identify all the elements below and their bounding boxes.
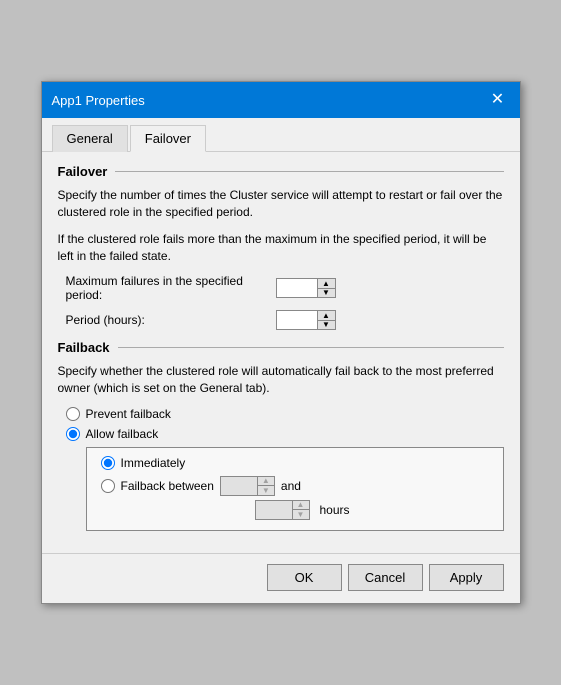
- period-row: Period (hours): 6 ▲ ▼: [58, 310, 504, 330]
- footer: OK Cancel Apply: [42, 553, 520, 603]
- failback-between-radio[interactable]: [101, 479, 115, 493]
- failback-description: Specify whether the clustered role will …: [58, 363, 504, 397]
- failback-between1-down-button[interactable]: ▼: [258, 486, 274, 495]
- period-spinner[interactable]: 6 ▲ ▼: [276, 310, 336, 330]
- hours-text: hours: [320, 503, 350, 517]
- tab-bar: General Failover: [42, 118, 520, 152]
- and-text: and: [281, 479, 301, 493]
- allow-failback-label[interactable]: Allow failback: [86, 427, 159, 441]
- failover-description1: Specify the number of times the Cluster …: [58, 187, 504, 221]
- failback-between-spinner1-buttons: ▲ ▼: [257, 477, 274, 495]
- period-input[interactable]: 6: [277, 311, 317, 329]
- immediately-radio[interactable]: [101, 456, 115, 470]
- tab-general[interactable]: General: [52, 125, 128, 152]
- close-button[interactable]: ✕: [486, 88, 510, 112]
- failback-divider-line: [118, 347, 504, 348]
- allow-failback-row: Allow failback: [66, 427, 504, 441]
- failback-between-input2[interactable]: 0: [256, 501, 292, 519]
- prevent-failback-label[interactable]: Prevent failback: [86, 407, 171, 421]
- max-failures-spinner[interactable]: 3 ▲ ▼: [276, 278, 336, 298]
- failback-between-spinner2-buttons: ▲ ▼: [292, 501, 309, 519]
- allow-failback-box: Immediately Failback between 0 ▲ ▼: [86, 447, 504, 531]
- allow-failback-radio[interactable]: [66, 427, 80, 441]
- failover-heading: Failover: [58, 164, 108, 179]
- max-failures-label: Maximum failures in the specified period…: [66, 274, 276, 302]
- failback-between-spinner1[interactable]: 0 ▲ ▼: [220, 476, 275, 496]
- failback-between-label[interactable]: Failback between: [121, 479, 214, 493]
- apply-button[interactable]: Apply: [429, 564, 504, 591]
- immediately-row: Immediately: [97, 456, 493, 470]
- allow-failback-section: Allow failback Immediately Failback betw…: [66, 427, 504, 531]
- period-down-button[interactable]: ▼: [318, 321, 335, 330]
- failover-divider-line: [115, 171, 503, 172]
- tab-failover[interactable]: Failover: [130, 125, 206, 152]
- failback-radio-group: Prevent failback Allow failback Immediat…: [58, 407, 504, 531]
- failback-between1-up-button[interactable]: ▲: [258, 477, 274, 487]
- immediately-label[interactable]: Immediately: [121, 456, 186, 470]
- tab-content: Failover Specify the number of times the…: [42, 152, 520, 545]
- failback-heading: Failback: [58, 340, 110, 355]
- failback-between2-up-button[interactable]: ▲: [293, 501, 309, 511]
- prevent-failback-row: Prevent failback: [66, 407, 504, 421]
- dialog-title: App1 Properties: [52, 93, 145, 108]
- ok-button[interactable]: OK: [267, 564, 342, 591]
- failback-between-input1[interactable]: 0: [221, 477, 257, 495]
- failback-hours-row: 0 ▲ ▼ hours: [227, 500, 493, 520]
- title-bar: App1 Properties ✕: [42, 82, 520, 118]
- prevent-failback-radio[interactable]: [66, 407, 80, 421]
- period-spinner-buttons: ▲ ▼: [317, 311, 335, 329]
- failback-between2-down-button[interactable]: ▼: [293, 510, 309, 519]
- max-failures-spinner-buttons: ▲ ▼: [317, 279, 335, 297]
- failback-between-row: Failback between 0 ▲ ▼ and: [97, 476, 493, 496]
- failover-description2: If the clustered role fails more than th…: [58, 231, 504, 265]
- failover-section-header: Failover: [58, 164, 504, 179]
- max-failures-down-button[interactable]: ▼: [318, 289, 335, 298]
- failback-between-spinner2[interactable]: 0 ▲ ▼: [255, 500, 310, 520]
- max-failures-row: Maximum failures in the specified period…: [58, 274, 504, 302]
- max-failures-input[interactable]: 3: [277, 279, 317, 297]
- cancel-button[interactable]: Cancel: [348, 564, 423, 591]
- dialog: App1 Properties ✕ General Failover Failo…: [41, 81, 521, 604]
- failback-section-header: Failback: [58, 340, 504, 355]
- period-label: Period (hours):: [66, 313, 276, 327]
